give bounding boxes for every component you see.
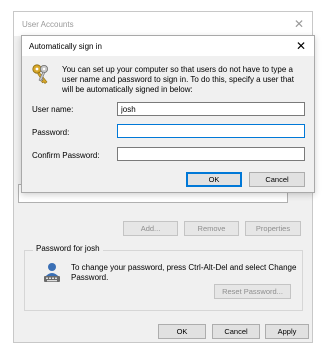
reset-password-button[interactable]: Reset Password... xyxy=(214,284,291,299)
ok-button[interactable]: OK xyxy=(158,324,206,339)
properties-button[interactable]: Properties xyxy=(245,221,301,236)
cancel-button[interactable]: Cancel xyxy=(212,324,260,339)
dialog-cancel-button[interactable]: Cancel xyxy=(249,172,305,187)
confirm-password-input[interactable] xyxy=(117,147,305,161)
confirm-password-label: Confirm Password: xyxy=(32,151,100,160)
user-keyboard-icon xyxy=(44,263,60,282)
user-name-label: User name: xyxy=(32,105,74,114)
remove-button[interactable]: Remove xyxy=(184,221,239,236)
user-accounts-title: User Accounts xyxy=(22,20,74,29)
close-icon[interactable]: ✕ xyxy=(294,39,308,53)
keys-icon xyxy=(32,64,48,84)
auto-sign-in-dialog: Automatically sign in ✕ You can set up y… xyxy=(21,35,315,193)
user-name-input[interactable] xyxy=(117,102,305,116)
dialog-titlebar: Automatically sign in ✕ xyxy=(22,36,314,56)
close-icon[interactable]: ✕ xyxy=(292,17,306,31)
dialog-ok-button[interactable]: OK xyxy=(186,172,242,187)
dialog-title: Automatically sign in xyxy=(29,42,102,51)
password-input[interactable] xyxy=(117,124,305,138)
password-label: Password: xyxy=(32,128,70,137)
password-group-label: Password for josh xyxy=(33,244,103,253)
dialog-description: You can set up your computer so that use… xyxy=(62,65,294,94)
password-group-description: To change your password, press Ctrl-Alt-… xyxy=(71,263,297,282)
add-button[interactable]: Add... xyxy=(123,221,178,236)
apply-button[interactable]: Apply xyxy=(265,324,309,339)
user-accounts-titlebar: User Accounts ✕ xyxy=(14,12,312,36)
